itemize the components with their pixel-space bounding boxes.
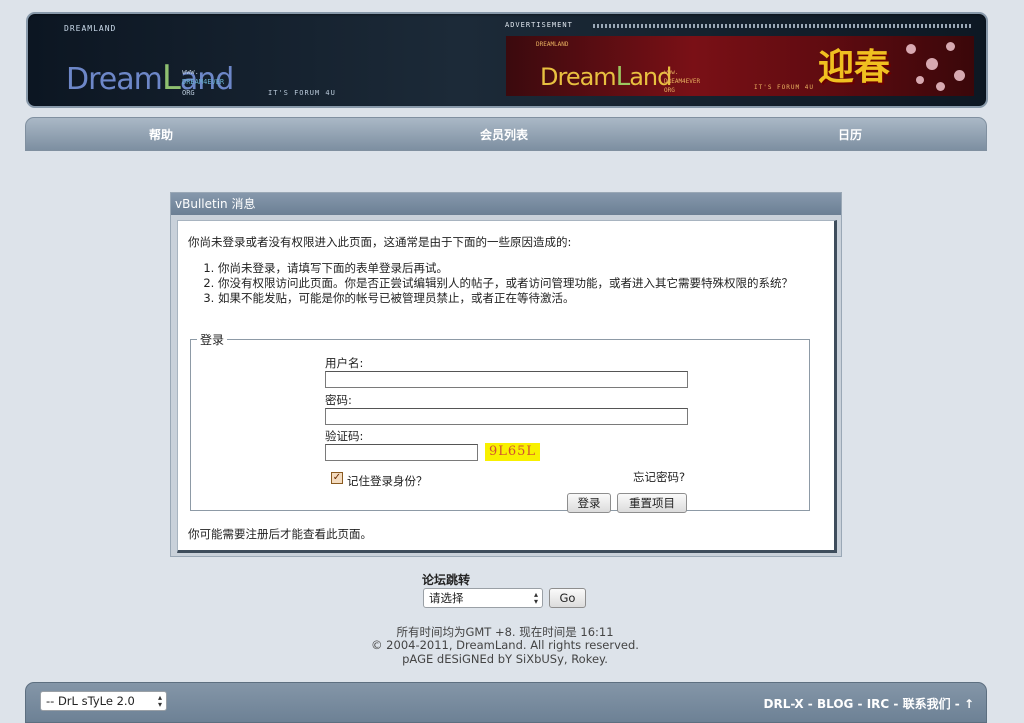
go-button[interactable]: Go [549, 588, 586, 608]
blossom-icon [916, 76, 924, 84]
message-panel: vBulletin 消息 你尚未登录或者没有权限进入此页面，这通常是由于下面的一… [170, 192, 842, 557]
style-select-value: -- DrL sTyLe 2.0 [46, 694, 135, 708]
need-register-suffix: 后才能查看此页面。 [268, 527, 373, 541]
style-select[interactable]: -- DrL sTyLe 2.0 ▴ ▾ [40, 691, 167, 711]
ad-org: ORG [664, 87, 675, 94]
reason-list: 你尚未登录，请填写下面的表单登录后再试。 你没有权限访问此页面。你是否正尝试编辑… [188, 261, 818, 306]
footer-link-irc[interactable]: IRC [867, 697, 890, 711]
footer-link-blog[interactable]: BLOG [817, 697, 853, 711]
reset-button[interactable]: 重置项目 [617, 493, 687, 513]
nav-member-list[interactable]: 会员列表 [480, 126, 528, 143]
logo-small-text: DREAMLAND [64, 24, 117, 33]
register-link[interactable]: 注册 [246, 527, 269, 541]
ad-tagline: IT'S FORUM 4U [754, 84, 814, 91]
password-label: 密码: [325, 393, 352, 407]
logo-letter-d: D [66, 62, 89, 97]
forum-jump-label: 论坛跳转 [422, 573, 471, 587]
blossom-icon [906, 44, 916, 54]
ad-letter-l: L [615, 62, 630, 92]
captcha-input[interactable] [325, 444, 478, 461]
logo-text-ream: ream [88, 62, 163, 97]
site-header: DREAMLAND DreamLand www. DREAM4EVER ORG … [26, 12, 988, 108]
panel-body: 你尚未登录或者没有权限进入此页面，这通常是由于下面的一些原因造成的: 你尚未登录… [177, 220, 837, 553]
remember-me-checkbox[interactable]: ✓ [331, 472, 343, 484]
need-register-text: 你可能需要注册后才能查看此页面。 [188, 526, 372, 542]
ad-dream4ever: DREAM4EVER [664, 78, 701, 85]
logo-tagline: IT'S FORUM 4U [268, 89, 336, 97]
reason-item: 你没有权限访问此页面。你是否正尝试编辑别人的帖子，或者访问管理功能，或者进入其它… [218, 276, 818, 291]
logo-letter-l: L [161, 58, 181, 98]
link-separator: - [803, 697, 817, 711]
forgot-password-link[interactable]: 忘记密码? [633, 469, 685, 485]
error-intro: 你尚未登录或者没有权限进入此页面，这通常是由于下面的一些原因造成的: [188, 235, 572, 249]
copyright: © 2004-2011, DreamLand. All rights reser… [371, 638, 639, 652]
blossom-icon [954, 70, 965, 81]
ad-letter-d: D [540, 63, 559, 91]
ad-greeting: 迎春 [818, 46, 891, 88]
designer-credit: pAGE dESiGNEd bY SiXbUSy, Rokey. [402, 652, 608, 666]
forum-jump-select[interactable]: 请选择 ▴ ▾ [423, 588, 543, 608]
ad-banner[interactable]: DREAMLAND DreamLand www. DREAM4EVER ORG IT… [506, 36, 974, 96]
panel-title-text: vBulletin 消息 [175, 197, 256, 211]
captcha-image[interactable]: 9L65L [485, 443, 540, 461]
main-nav: 帮助 会员列表 日历 [25, 117, 987, 151]
panel-title: vBulletin 消息 [171, 193, 841, 215]
ad-sub-text: www. DREAM4EVER ORG [664, 68, 700, 95]
login-button[interactable]: 登录 [567, 493, 611, 513]
chevron-down-icon: ▾ [533, 597, 538, 606]
logo-dream4ever: DREAM4EVER [182, 78, 225, 86]
footer-link-contact[interactable]: 联系我们 [903, 697, 951, 711]
ad-text-ream: ream [557, 63, 616, 91]
remember-me-label[interactable]: 记住登录身份？ [347, 473, 428, 489]
blossom-icon [946, 42, 955, 51]
username-input[interactable] [325, 371, 688, 388]
footer-link-drlx[interactable]: DRL-X [764, 697, 804, 711]
logo-www: www. [182, 68, 199, 76]
username-label: 用户名: [325, 356, 364, 370]
nav-help[interactable]: 帮助 [149, 126, 173, 143]
reason-item: 如果不能发贴，可能是你的帐号已被管理员禁止，或者正在等待激活。 [218, 291, 818, 306]
ad-divider [593, 24, 973, 28]
bottom-bar: -- DrL sTyLe 2.0 ▴ ▾ DRL-X - BLOG - IRC … [25, 682, 987, 723]
reason-item: 你尚未登录，请填写下面的表单登录后再试。 [218, 261, 818, 276]
back-to-top-icon[interactable]: ↑ [964, 697, 974, 711]
link-separator: - [853, 697, 867, 711]
blossom-icon [936, 82, 945, 91]
footer-links: DRL-X - BLOG - IRC - 联系我们 - ↑ [764, 695, 975, 712]
captcha-label: 验证码: [325, 429, 364, 443]
ad-logo-small: DREAMLAND [536, 41, 569, 48]
need-register-prefix: 你可能需要 [188, 527, 246, 541]
login-legend: 登录 [200, 333, 225, 347]
nav-calendar[interactable]: 日历 [838, 126, 862, 143]
logo-org: ORG [182, 89, 195, 97]
ad-www: www. [664, 69, 679, 76]
ad-label: ADVERTISEMENT [505, 21, 573, 29]
ad-logo: DreamLand [540, 62, 672, 92]
forum-jump-value: 请选择 [429, 591, 464, 605]
blossom-icon [926, 58, 938, 70]
link-separator: - [889, 697, 903, 711]
password-input[interactable] [325, 408, 688, 425]
chevron-down-icon: ▾ [157, 700, 162, 709]
link-separator: - [950, 697, 964, 711]
